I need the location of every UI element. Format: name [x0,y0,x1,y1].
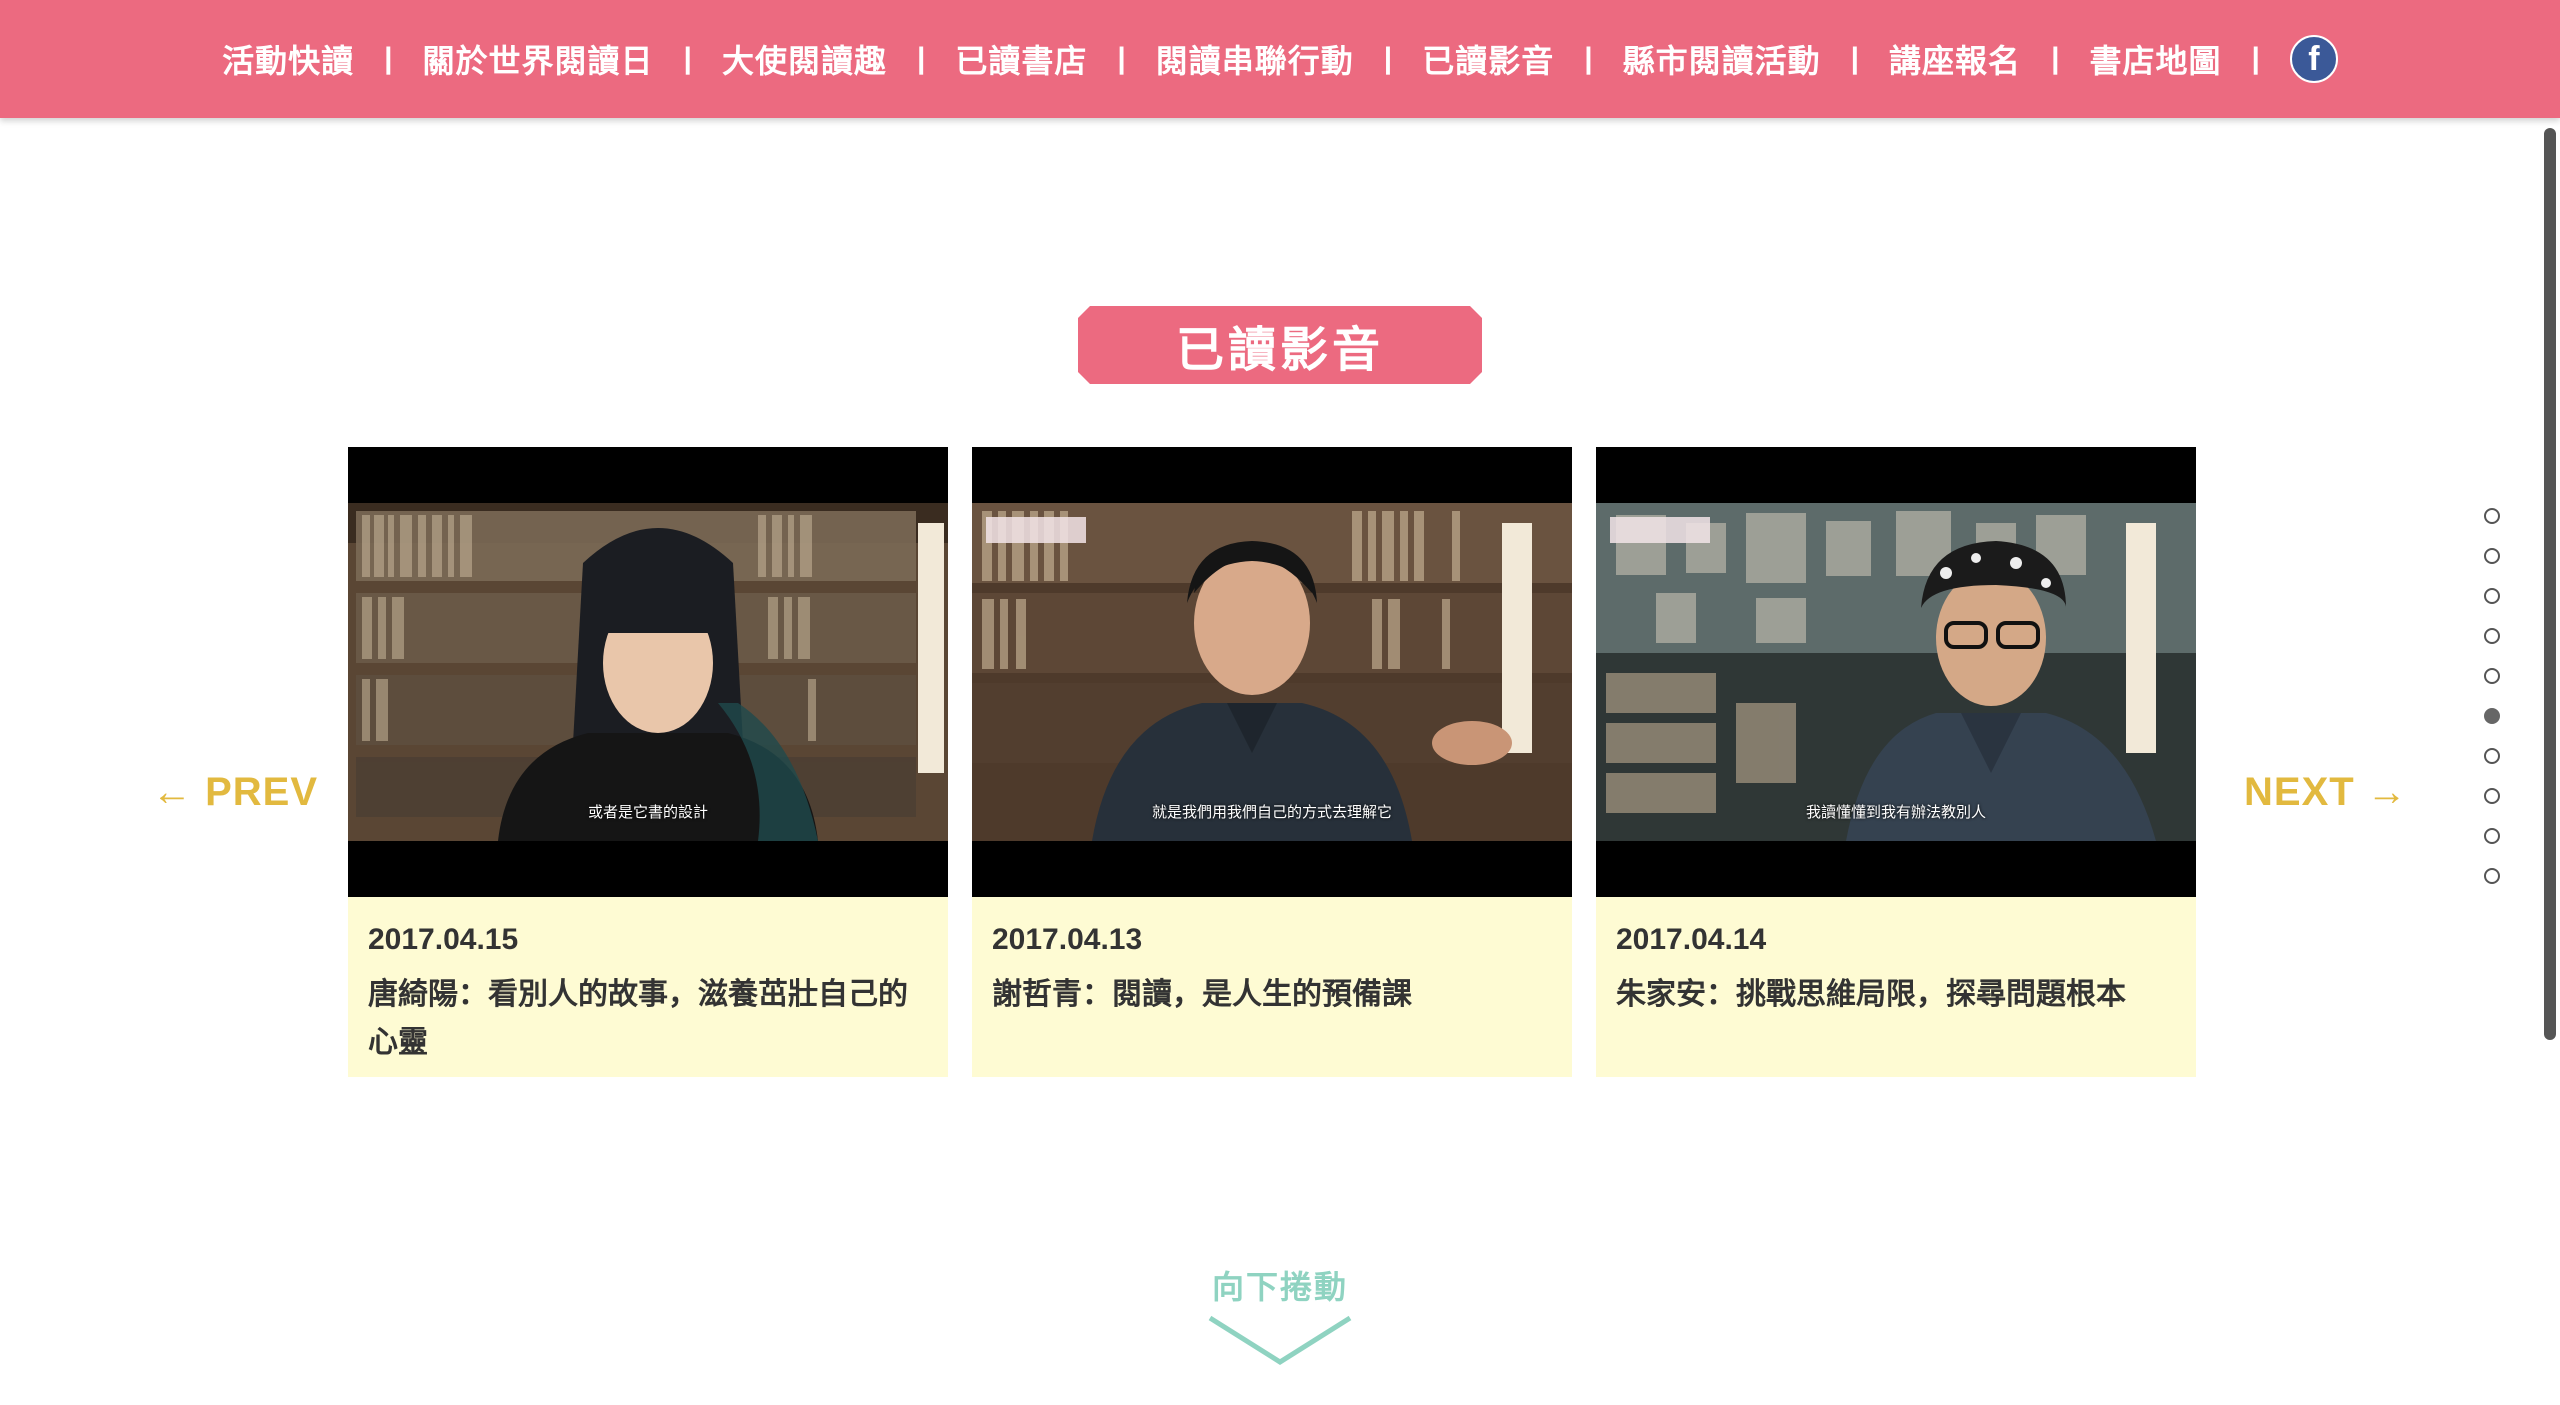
video-card-text: 2017.04.13 謝哲青：閱讀，是人生的預備課 [972,897,1572,1019]
next-button[interactable]: NEXT → [2244,770,2408,815]
nav-separator: | [1383,42,1393,75]
video-frame-image [348,503,948,841]
facebook-icon[interactable]: f [2289,35,2338,83]
scrollbar-thumb[interactable] [2544,128,2556,1040]
video-card-text: 2017.04.14 朱家安：挑戰思維局限，探尋問題根本 [1596,897,2196,1019]
pager-dot[interactable] [2484,828,2500,844]
nav-item-county-activities[interactable]: 縣市閱讀活動 [1623,36,1821,82]
video-frame-image [1596,503,2196,841]
nav-item-videos[interactable]: 已讀影音 [1422,36,1554,82]
video-date: 2017.04.13 [992,923,1143,956]
nav-menu: 活動快讀 | 關於世界閱讀日 | 大使閱讀趣 | 已讀書店 | 閱讀串聯行動 |… [222,35,2338,83]
nav-item-activity-news[interactable]: 活動快讀 [222,36,354,82]
video-carousel: 或者是它書的設計 2017.04.15 唐綺陽：看別人的故事，滋養茁壯自己的心靈 [348,447,2196,1077]
video-date: 2017.04.14 [1616,923,1767,956]
pager-dot[interactable] [2484,748,2500,764]
video-title[interactable]: 謝哲青：閱讀，是人生的預備課 [992,971,1552,1019]
scroll-down-label[interactable]: 向下捲動 [1180,1262,1380,1308]
chevron-down-icon[interactable] [1206,1312,1354,1368]
section-pager [2484,508,2500,908]
nav-separator: | [384,42,393,75]
video-title[interactable]: 朱家安：挑戰思維局限，探尋問題根本 [1616,971,2176,1019]
video-subtitle: 就是我們用我們自己的方式去理解它 [1151,804,1392,821]
video-subtitle: 或者是它書的設計 [587,804,708,821]
video-card-text: 2017.04.15 唐綺陽：看別人的故事，滋養茁壯自己的心靈 [348,897,948,1067]
nav-item-ambassador-reading[interactable]: 大使閱讀趣 [722,36,887,82]
pager-dot[interactable] [2484,508,2500,524]
video-subtitle: 我讀懂懂到我有辦法教別人 [1805,804,1986,821]
video-thumbnail[interactable]: 就是我們用我們自己的方式去理解它 [972,447,1572,897]
pager-dot[interactable] [2484,548,2500,564]
nav-separator: | [2251,42,2260,75]
video-thumbnail[interactable]: 我讀懂懂到我有辦法教別人 [1596,447,2196,897]
video-date: 2017.04.15 [368,923,519,956]
nav-separator: | [916,42,926,75]
nav-item-bookstore-map[interactable]: 書店地圖 [2089,36,2221,82]
nav-item-about-reading-day[interactable]: 關於世界閱讀日 [423,36,654,82]
pager-dot[interactable] [2484,668,2500,684]
video-card[interactable]: 或者是它書的設計 2017.04.15 唐綺陽：看別人的故事，滋養茁壯自己的心靈 [348,447,948,1077]
video-title[interactable]: 唐綺陽：看別人的故事，滋養茁壯自己的心靈 [368,971,928,1067]
pager-dot[interactable] [2484,708,2500,724]
pager-dot[interactable] [2484,588,2500,604]
video-card[interactable]: 我讀懂懂到我有辦法教別人 2017.04.14 朱家安：挑戰思維局限，探尋問題根… [1596,447,2196,1077]
nav-separator: | [2051,42,2060,75]
video-thumbnail[interactable]: 或者是它書的設計 [348,447,948,897]
pager-dot[interactable] [2484,868,2500,884]
section-title: 已讀影音 [1078,306,1482,384]
pager-dot[interactable] [2484,788,2500,804]
nav-item-lecture-signup[interactable]: 講座報名 [1889,36,2021,82]
pager-dot[interactable] [2484,628,2500,644]
nav-separator: | [1584,42,1593,75]
nav-separator: | [1117,42,1126,75]
prev-button[interactable]: ← PREV [152,770,318,815]
nav-separator: | [1850,42,1860,75]
top-nav-bar: 活動快讀 | 關於世界閱讀日 | 大使閱讀趣 | 已讀書店 | 閱讀串聯行動 |… [0,0,2560,118]
video-card[interactable]: 就是我們用我們自己的方式去理解它 2017.04.13 謝哲青：閱讀，是人生的預… [972,447,1572,1077]
nav-item-bookstores[interactable]: 已讀書店 [955,36,1087,82]
nav-item-reading-link-action[interactable]: 閱讀串聯行動 [1156,36,1354,82]
nav-separator: | [683,42,692,75]
video-frame-image [972,503,1572,841]
